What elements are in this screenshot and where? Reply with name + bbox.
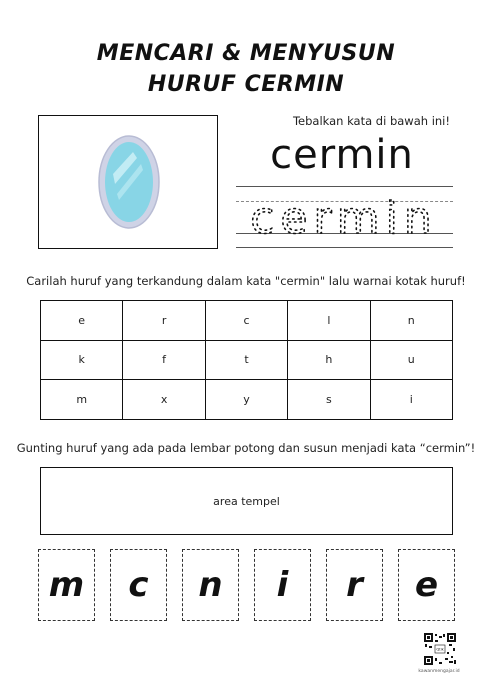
letter-card[interactable]: r [326,549,383,621]
grid-cell[interactable]: y [204,379,289,420]
find-instruction: Carilah huruf yang terkandung dalam kata… [26,274,466,288]
grid-cell[interactable]: s [287,379,371,420]
grid-cell[interactable]: x [122,379,206,420]
grid-cell[interactable]: c [204,300,289,341]
grid-cell[interactable]: u [369,339,454,381]
grid-cell[interactable]: l [287,300,371,341]
grid-cell[interactable]: f [122,339,206,381]
picture-box [38,115,218,249]
letter-card[interactable]: m [38,549,95,621]
title-line-2: HURUF CERMIN [147,72,345,97]
qr-code-icon: Qtik [423,632,457,666]
letter-card[interactable]: e [398,549,455,621]
letter-grid: e r c l n k f t h u m x y s i [39,300,454,420]
grid-cell[interactable]: n [369,300,454,341]
cutout-cards: m c n i r e [38,549,455,622]
grid-cell[interactable]: e [39,300,124,341]
cut-instruction: Gunting huruf yang ada pada lembar poton… [16,441,476,455]
grid-cell[interactable]: i [369,379,454,420]
paste-area[interactable]: area tempel [40,467,453,535]
grid-cell[interactable]: t [204,339,289,381]
grid-cell[interactable]: h [287,339,371,381]
grid-cell[interactable]: k [39,339,124,381]
traceable-word: cermin [249,192,438,239]
letter-card[interactable]: i [254,549,311,621]
paste-area-label: area tempel [213,494,280,508]
trace-instruction: Tebalkan kata di bawah ini! [292,114,450,128]
letter-card[interactable]: n [182,549,239,621]
writing-line-bottom [236,247,453,248]
grid-cell[interactable]: r [122,300,206,341]
footer-caption: kawanmengajar.id [418,669,460,674]
letter-card[interactable]: c [110,549,167,621]
grid-cell[interactable]: m [39,379,124,420]
title-line-1: MENCARI & MENYUSUN [96,41,396,66]
model-word: cermin [270,132,414,178]
qr-label: Qtik [436,648,444,652]
mirror-icon [98,135,160,229]
trace-word-text: cermin [250,193,438,239]
